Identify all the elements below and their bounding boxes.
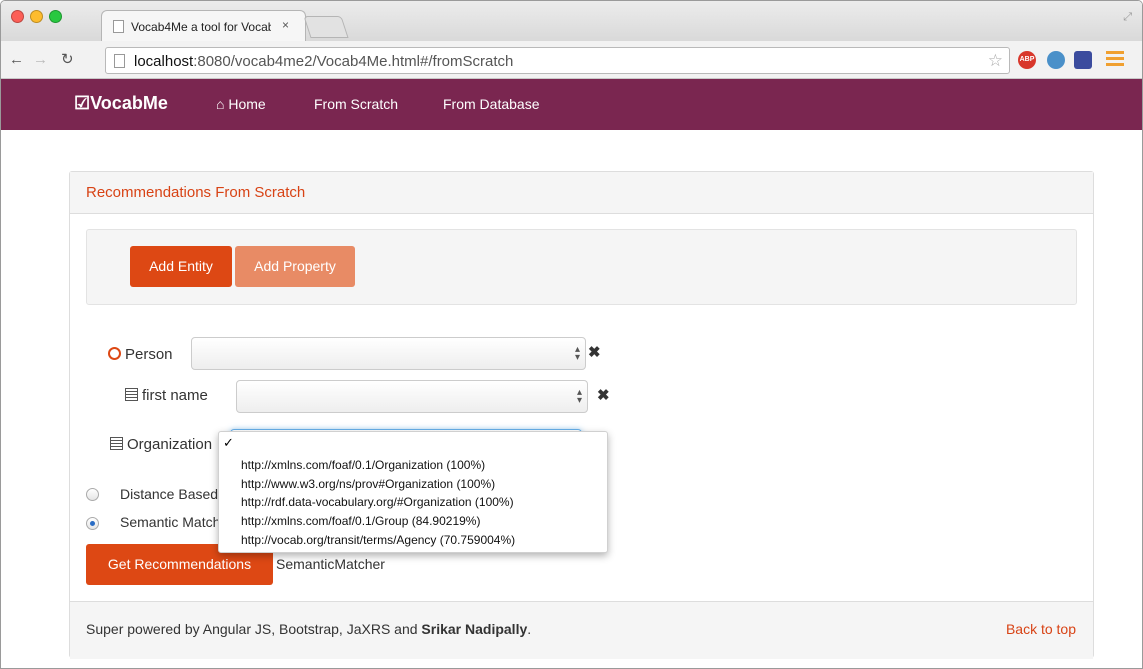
distance-radio-label: Distance Based [120,486,219,502]
tab-title: Vocab4Me a tool for Vocab [131,20,271,34]
zoom-window-button[interactable] [49,10,62,23]
nav-home[interactable]: ⌂ Home [216,96,266,112]
tab-close-icon[interactable]: × [282,18,289,32]
distance-radio[interactable] [86,488,99,501]
brand-logo[interactable]: ☑VocabMe [74,93,168,114]
actions-well: Add Entity Add Property [86,229,1077,305]
check-icon: ✓ [223,435,234,450]
forward-arrow-icon[interactable]: → [33,51,48,68]
image-extension-icon[interactable] [1074,51,1092,69]
browser-tab[interactable]: Vocab4Me a tool for Vocab × [101,10,306,41]
nav-from-database[interactable]: From Database [443,96,539,112]
back-to-top-link[interactable]: Back to top [1006,621,1076,637]
panel-footer: Super powered by Angular JS, Bootstrap, … [70,601,1093,659]
page-icon [114,54,125,68]
organization-label: Organization [110,436,212,453]
bookmark-star-icon[interactable]: ☆ [988,51,1003,71]
page-icon [113,20,124,33]
nav-from-scratch[interactable]: From Scratch [314,96,398,112]
semantic-radio-label: Semantic Matcher [120,514,233,530]
selected-matcher-text: SemanticMatcher [276,556,385,572]
browser-window: Vocab4Me a tool for Vocab × ⤢ ← → ↻ loca… [0,0,1143,669]
remove-entity-icon[interactable]: ✖ [588,343,601,361]
add-entity-button[interactable]: Add Entity [130,246,232,287]
organization-dropdown: ✓ http://xmlns.com/foaf/0.1/Organization… [218,431,608,553]
new-tab-button[interactable] [303,16,349,38]
panel-heading: Recommendations From Scratch [70,172,1093,214]
close-window-button[interactable] [11,10,24,23]
list-icon [110,437,123,450]
browser-menu-icon[interactable] [1106,51,1124,69]
minimize-window-button[interactable] [30,10,43,23]
select-arrows-icon: ▴ ▾ [574,344,580,363]
home-icon: ⌂ [216,96,229,112]
reload-icon[interactable]: ↻ [61,50,74,68]
adblock-icon[interactable]: ABP [1018,51,1036,69]
property-label: first name [125,387,208,404]
edit-icon: ☑ [74,93,91,113]
entity-circle-icon [108,347,121,360]
select-arrows-icon: ▴ ▾ [576,387,582,406]
globe-extension-icon[interactable] [1047,51,1065,69]
browser-toolbar: ← → ↻ localhost:8080/vocab4me2/Vocab4Me.… [1,41,1142,79]
dropdown-option[interactable]: http://vocab.org/transit/terms/Agency (7… [241,533,515,547]
footer-credits: Super powered by Angular JS, Bootstrap, … [86,621,532,637]
entity-label: Person [108,346,173,363]
panel-title: Recommendations From Scratch [86,184,306,201]
recommendations-panel: Recommendations From Scratch Add Entity … [69,171,1094,659]
entity-select[interactable]: ▴ ▾ [191,337,586,370]
dropdown-option[interactable]: http://xmlns.com/foaf/0.1/Group (84.9021… [241,514,480,528]
url-text: localhost:8080/vocab4me2/Vocab4Me.html#/… [134,53,514,70]
dropdown-option[interactable]: http://xmlns.com/foaf/0.1/Organization (… [241,458,485,472]
address-bar[interactable]: localhost:8080/vocab4me2/Vocab4Me.html#/… [105,47,1010,74]
dropdown-option[interactable]: http://www.w3.org/ns/prov#Organization (… [241,477,495,491]
property-select[interactable]: ▴ ▾ [236,380,588,413]
remove-property-icon[interactable]: ✖ [597,386,610,404]
add-property-button[interactable]: Add Property [235,246,355,287]
app-navbar: ☑VocabMe ⌂ Home From Scratch From Databa… [1,79,1142,130]
back-arrow-icon[interactable]: ← [9,51,24,68]
browser-titlebar: Vocab4Me a tool for Vocab × ⤢ [1,1,1142,41]
list-icon [125,388,138,401]
semantic-radio[interactable] [86,517,99,530]
fullscreen-icon[interactable]: ⤢ [1123,11,1132,24]
dropdown-option[interactable]: http://rdf.data-vocabulary.org/#Organiza… [241,495,514,509]
